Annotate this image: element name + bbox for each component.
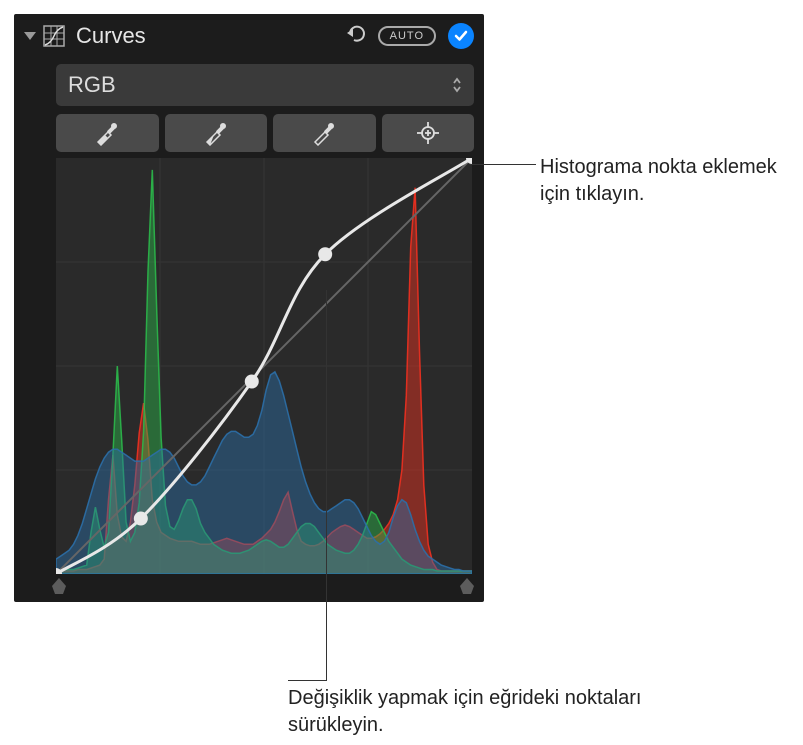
black-point-eyedropper[interactable] (56, 114, 159, 152)
undo-icon[interactable] (342, 21, 372, 52)
checkmark-icon (454, 29, 468, 43)
curves-panel: Curves AUTO RGB (14, 14, 484, 602)
channel-select[interactable]: RGB (56, 64, 474, 106)
eyedropper-white-icon (311, 120, 337, 146)
enabled-toggle[interactable] (448, 23, 474, 49)
callout-drag-points: Değişiklik yapmak için eğrideki noktalar… (288, 685, 688, 739)
curves-icon (42, 24, 66, 48)
add-point-button[interactable] (382, 114, 474, 152)
curve-point[interactable] (245, 374, 259, 388)
panel-header: Curves AUTO (14, 14, 484, 58)
eyedropper-black-icon (94, 120, 120, 146)
callout-leader (288, 680, 327, 681)
callout-leader (470, 164, 536, 165)
channel-select-label: RGB (68, 72, 116, 98)
chevron-updown-icon (452, 77, 462, 93)
callout-add-point: Histograma nokta eklemek için tıklayın. (540, 154, 790, 208)
black-clip-slider[interactable] (52, 578, 66, 594)
range-slider-track (56, 578, 474, 596)
auto-button[interactable]: AUTO (378, 26, 436, 46)
curves-editor[interactable] (56, 158, 472, 574)
callout-leader (326, 290, 327, 680)
eyedropper-gray-icon (203, 120, 229, 146)
white-point-eyedropper[interactable] (273, 114, 376, 152)
eyedropper-toolbar (56, 114, 474, 152)
curve-point[interactable] (318, 247, 332, 261)
curves-graph (56, 158, 472, 574)
gray-point-eyedropper[interactable] (165, 114, 268, 152)
panel-title: Curves (76, 23, 336, 49)
disclosure-triangle-icon[interactable] (24, 32, 36, 40)
curve-point[interactable] (134, 512, 148, 526)
white-clip-slider[interactable] (460, 578, 474, 594)
target-add-icon (415, 120, 441, 146)
